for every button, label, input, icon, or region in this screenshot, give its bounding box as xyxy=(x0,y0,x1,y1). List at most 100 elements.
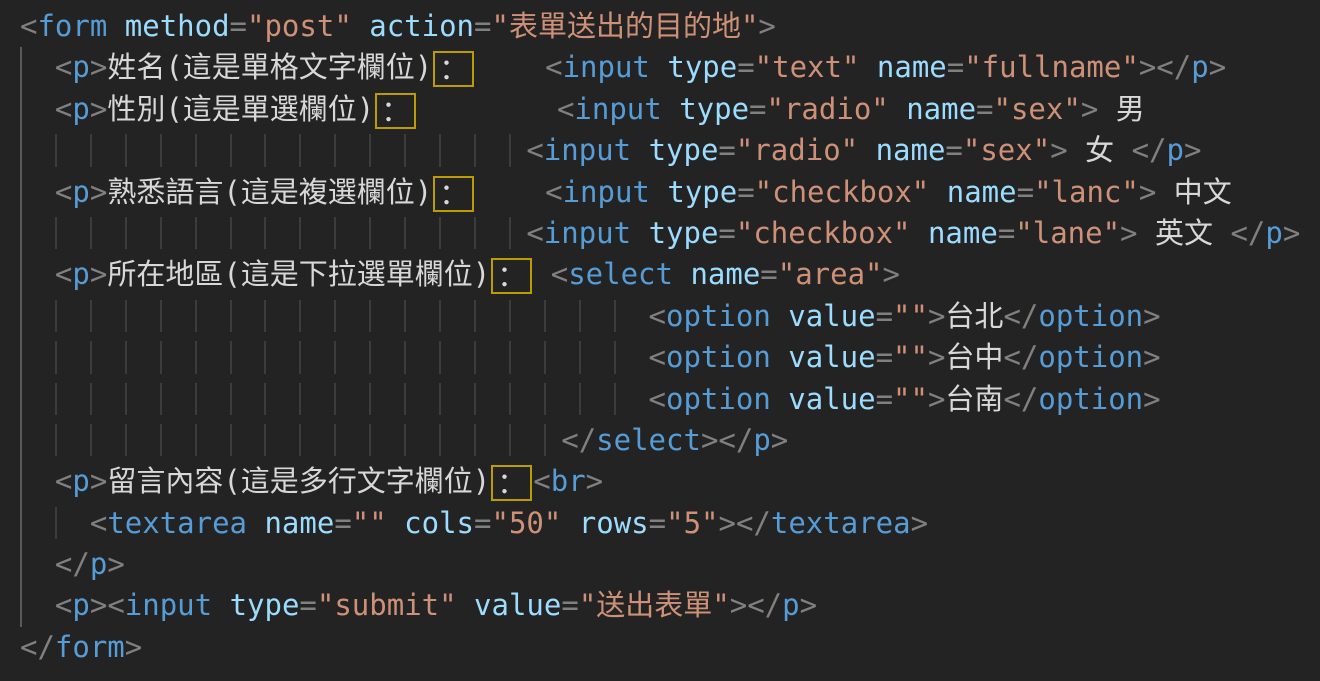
code-punctuation: > xyxy=(1050,133,1067,167)
code-punctuation: > xyxy=(800,588,817,622)
code-punctuation: < xyxy=(55,588,72,622)
tag-name: option xyxy=(1038,382,1143,416)
code-text xyxy=(889,92,906,126)
code-punctuation: = xyxy=(474,506,491,540)
code-punctuation: > xyxy=(883,257,900,291)
code-punctuation: > xyxy=(928,382,945,416)
code-text: 台北 xyxy=(945,299,1003,333)
code-text: 台中 xyxy=(945,340,1003,374)
code-punctuation: > xyxy=(107,547,124,581)
code-punctuation: < xyxy=(533,464,550,498)
code-punctuation: > xyxy=(1143,382,1160,416)
code-text xyxy=(631,216,648,250)
code-punctuation: < xyxy=(649,340,666,374)
code-text: 男 xyxy=(1098,92,1144,126)
tag-name: form xyxy=(37,9,107,43)
code-line: <option value="">台北</option> xyxy=(0,296,1320,337)
tag-name: p xyxy=(782,588,799,622)
code-text xyxy=(107,9,124,43)
attribute-name: method xyxy=(125,9,230,43)
code-punctuation: < xyxy=(649,299,666,333)
code-punctuation: > xyxy=(125,630,142,664)
code-text xyxy=(631,133,648,167)
code-punctuation: < xyxy=(55,257,72,291)
tag-name: textarea xyxy=(107,506,247,540)
code-punctuation: > xyxy=(701,423,718,457)
indent-whitespace xyxy=(20,464,55,498)
indent-whitespace xyxy=(20,506,90,540)
tag-name: p xyxy=(72,464,89,498)
code-punctuation: > xyxy=(911,506,928,540)
attribute-value: "" xyxy=(893,299,928,333)
unicode-highlight-box: ： xyxy=(491,465,532,501)
code-punctuation: = xyxy=(976,92,993,126)
code-line: <option value="">台中</option> xyxy=(0,337,1320,378)
code-text: 熟悉語言(這是複選欄位) xyxy=(107,175,432,209)
indent-whitespace xyxy=(20,382,649,416)
attribute-name: value xyxy=(474,588,561,622)
attribute-value: "post" xyxy=(247,9,352,43)
attribute-value: "sex" xyxy=(994,92,1081,126)
code-punctuation: = xyxy=(749,92,766,126)
code-punctuation: </ xyxy=(55,547,90,581)
attribute-name: rows xyxy=(579,506,649,540)
code-line: <input type="radio" name="sex"> 女 </p> xyxy=(0,130,1320,171)
attribute-name: name xyxy=(947,175,1017,209)
code-punctuation: = xyxy=(718,216,735,250)
attribute-name: type xyxy=(667,175,737,209)
code-punctuation: </ xyxy=(1156,50,1191,84)
code-text xyxy=(387,506,404,540)
attribute-name: name xyxy=(876,133,946,167)
code-punctuation: > xyxy=(1139,175,1156,209)
attribute-name: type xyxy=(667,50,737,84)
attribute-name: value xyxy=(788,299,875,333)
tag-name: input xyxy=(544,216,631,250)
indent-whitespace xyxy=(20,133,526,167)
code-punctuation: > xyxy=(1143,340,1160,374)
indent-whitespace xyxy=(20,423,561,457)
code-punctuation: = xyxy=(947,50,964,84)
code-text xyxy=(533,257,550,291)
code-line: </select></p> xyxy=(0,420,1320,461)
code-punctuation: </ xyxy=(736,506,771,540)
code-punctuation: </ xyxy=(20,630,55,664)
attribute-value: "lanc" xyxy=(1034,175,1139,209)
code-text: 中文 xyxy=(1156,175,1231,209)
attribute-value: "area" xyxy=(778,257,883,291)
tag-name: input xyxy=(563,50,650,84)
code-punctuation: < xyxy=(55,50,72,84)
code-punctuation: </ xyxy=(1003,299,1038,333)
code-line: <p>性別(這是單選欄位)： <input type="radio" name=… xyxy=(0,89,1320,130)
unicode-highlight-box: ： xyxy=(433,51,474,87)
attribute-name: name xyxy=(906,92,976,126)
code-text xyxy=(417,92,557,126)
tag-name: input xyxy=(125,588,212,622)
code-punctuation: > xyxy=(1139,50,1156,84)
indent-whitespace xyxy=(20,257,55,291)
attribute-value: "radio" xyxy=(736,133,858,167)
attribute-value: "lane" xyxy=(1015,216,1120,250)
code-punctuation: = xyxy=(299,588,316,622)
attribute-value: "text" xyxy=(755,50,860,84)
attribute-value: "送出表單" xyxy=(579,588,730,622)
tag-name: p xyxy=(72,588,89,622)
tag-name: p xyxy=(72,92,89,126)
code-line: <p>留言內容(這是多行文字欄位)：<br> xyxy=(0,461,1320,502)
attribute-name: action xyxy=(369,9,474,43)
code-punctuation: > xyxy=(90,464,107,498)
attribute-value: "" xyxy=(893,340,928,374)
code-text: 女 xyxy=(1068,133,1132,167)
code-punctuation: = xyxy=(998,216,1015,250)
tag-name: option xyxy=(666,340,771,374)
code-punctuation: = xyxy=(737,50,754,84)
tag-name: p xyxy=(72,50,89,84)
attribute-value: "" xyxy=(893,382,928,416)
unicode-highlight-box: ： xyxy=(491,258,532,294)
code-editor[interactable]: <form method="post" action="表單送出的目的地"> <… xyxy=(0,0,1320,681)
attribute-name: type xyxy=(230,588,300,622)
code-text xyxy=(561,506,578,540)
unicode-highlight-box: ： xyxy=(375,93,416,129)
attribute-value: "radio" xyxy=(767,92,889,126)
attribute-name: value xyxy=(788,340,875,374)
code-punctuation: < xyxy=(526,216,543,250)
